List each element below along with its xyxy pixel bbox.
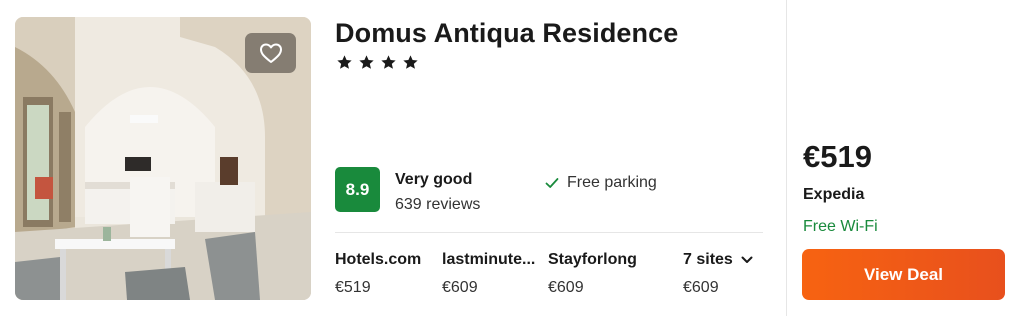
- review-count[interactable]: 639 reviews: [395, 196, 480, 214]
- more-sites-label: 7 sites: [683, 251, 733, 268]
- heart-icon: [259, 43, 282, 63]
- offer-hotels-com[interactable]: Hotels.com €519: [335, 251, 435, 297]
- offer-site-name: lastminute...: [442, 251, 536, 268]
- perk-free-wifi: Free Wi-Fi: [803, 218, 878, 235]
- star-icon: [359, 55, 374, 69]
- view-deal-button[interactable]: View Deal: [802, 249, 1005, 300]
- star-rating: [335, 53, 420, 72]
- star-icon: [337, 55, 352, 69]
- offer-price: €609: [442, 279, 478, 296]
- offer-price: €609: [548, 279, 584, 296]
- more-sites-header: 7 sites: [683, 251, 753, 269]
- column-divider: [786, 0, 787, 316]
- offer-site-name: Stayforlong: [548, 251, 637, 268]
- offer-site-name: Hotels.com: [335, 251, 422, 268]
- more-sites-price: €609: [683, 279, 719, 296]
- offer-price: €519: [335, 279, 371, 296]
- offer-stayforlong[interactable]: Stayforlong €609: [548, 251, 658, 297]
- check-icon: [545, 178, 559, 188]
- offer-lastminute[interactable]: lastminute... €609: [442, 251, 542, 297]
- hotel-name[interactable]: Domus Antiqua Residence: [335, 18, 678, 49]
- rating-label: Very good: [395, 171, 473, 188]
- favorite-button[interactable]: [245, 33, 296, 73]
- hotel-result-card: Domus Antiqua Residence 8.9 Very good 63…: [0, 0, 1024, 316]
- best-price-provider: Expedia: [803, 186, 865, 203]
- divider: [335, 232, 763, 233]
- review-score-badge: 8.9: [335, 167, 380, 212]
- more-sites-dropdown[interactable]: 7 sites €609: [683, 251, 753, 297]
- star-icon: [403, 55, 418, 69]
- best-price: €519: [803, 139, 872, 174]
- star-icon: [381, 55, 396, 69]
- chevron-down-icon: [741, 256, 753, 263]
- amenity-label: Free parking: [567, 174, 657, 191]
- amenity-free-parking: Free parking: [545, 174, 657, 192]
